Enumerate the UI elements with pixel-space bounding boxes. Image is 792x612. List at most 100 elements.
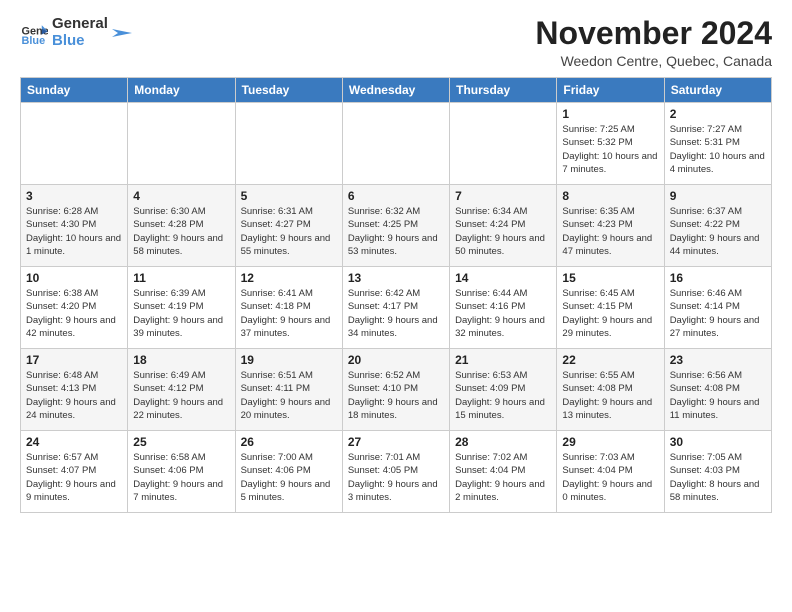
main-container: General Blue General Blue November 2024 …: [0, 0, 792, 523]
day-number: 23: [670, 353, 766, 367]
col-header-sunday: Sunday: [21, 78, 128, 103]
day-cell: 1 Sunrise: 7:25 AM Sunset: 5:32 PM Daylig…: [557, 103, 664, 185]
day-info: Sunrise: 6:56 AM Sunset: 4:08 PM Dayligh…: [670, 369, 766, 422]
day-cell: 12 Sunrise: 6:41 AM Sunset: 4:18 PM Dayli…: [235, 267, 342, 349]
day-number: 10: [26, 271, 122, 285]
day-cell: [450, 103, 557, 185]
week-row-5: 24Sunrise: 6:57 AM Sunset: 4:07 PM Dayli…: [21, 431, 772, 513]
day-number: 8: [562, 189, 658, 203]
day-number: 12: [241, 271, 337, 285]
col-header-friday: Friday: [557, 78, 664, 103]
day-info: Sunrise: 6:38 AM Sunset: 4:20 PM Dayligh…: [26, 287, 122, 340]
day-number: 16: [670, 271, 766, 285]
title-block: November 2024 Weedon Centre, Quebec, Can…: [535, 16, 772, 69]
day-cell: 10 Sunrise: 6:38 AM Sunset: 4:20 PM Dayli…: [21, 267, 128, 349]
day-info: Sunrise: 7:00 AM Sunset: 4:06 PM Dayligh…: [241, 451, 337, 504]
day-info: Sunrise: 7:03 AM Sunset: 4:04 PM Dayligh…: [562, 451, 658, 504]
day-cell: 23 Sunrise: 6:56 AM Sunset: 4:08 PM Dayli…: [664, 349, 771, 431]
day-cell: 9 Sunrise: 6:37 AM Sunset: 4:22 PM Daylig…: [664, 185, 771, 267]
col-header-thursday: Thursday: [450, 78, 557, 103]
week-row-1: 1 Sunrise: 7:25 AM Sunset: 5:32 PM Daylig…: [21, 103, 772, 185]
day-cell: 29 Sunrise: 7:03 AM Sunset: 4:04 PM Dayli…: [557, 431, 664, 513]
day-number: 27: [348, 435, 444, 449]
day-info: Sunrise: 6:44 AM Sunset: 4:16 PM Dayligh…: [455, 287, 551, 340]
week-row-4: 17Sunrise: 6:48 AM Sunset: 4:13 PM Dayli…: [21, 349, 772, 431]
col-header-wednesday: Wednesday: [342, 78, 449, 103]
day-cell: 7 Sunrise: 6:34 AM Sunset: 4:24 PM Daylig…: [450, 185, 557, 267]
day-info: Sunrise: 6:32 AM Sunset: 4:25 PM Dayligh…: [348, 205, 444, 258]
day-cell: 24Sunrise: 6:57 AM Sunset: 4:07 PM Dayli…: [21, 431, 128, 513]
day-cell: 25 Sunrise: 6:58 AM Sunset: 4:06 PM Dayli…: [128, 431, 235, 513]
day-number: 20: [348, 353, 444, 367]
day-info: Sunrise: 6:34 AM Sunset: 4:24 PM Dayligh…: [455, 205, 551, 258]
day-info: Sunrise: 6:39 AM Sunset: 4:19 PM Dayligh…: [133, 287, 229, 340]
col-header-tuesday: Tuesday: [235, 78, 342, 103]
day-number: 25: [133, 435, 229, 449]
day-cell: 28 Sunrise: 7:02 AM Sunset: 4:04 PM Dayli…: [450, 431, 557, 513]
day-cell: 30 Sunrise: 7:05 AM Sunset: 4:03 PM Dayli…: [664, 431, 771, 513]
day-cell: 8Sunrise: 6:35 AM Sunset: 4:23 PM Daylig…: [557, 185, 664, 267]
day-info: Sunrise: 6:52 AM Sunset: 4:10 PM Dayligh…: [348, 369, 444, 422]
logo-arrow-icon: [112, 23, 132, 43]
week-row-2: 3Sunrise: 6:28 AM Sunset: 4:30 PM Daylig…: [21, 185, 772, 267]
day-number: 4: [133, 189, 229, 203]
day-info: Sunrise: 6:58 AM Sunset: 4:06 PM Dayligh…: [133, 451, 229, 504]
day-cell: [342, 103, 449, 185]
col-header-saturday: Saturday: [664, 78, 771, 103]
day-cell: 2 Sunrise: 7:27 AM Sunset: 5:31 PM Daylig…: [664, 103, 771, 185]
day-number: 28: [455, 435, 551, 449]
day-info: Sunrise: 7:02 AM Sunset: 4:04 PM Dayligh…: [455, 451, 551, 504]
day-info: Sunrise: 6:51 AM Sunset: 4:11 PM Dayligh…: [241, 369, 337, 422]
day-cell: [21, 103, 128, 185]
day-number: 29: [562, 435, 658, 449]
day-cell: 14 Sunrise: 6:44 AM Sunset: 4:16 PM Dayli…: [450, 267, 557, 349]
day-number: 26: [241, 435, 337, 449]
day-info: Sunrise: 6:49 AM Sunset: 4:12 PM Dayligh…: [133, 369, 229, 422]
col-header-monday: Monday: [128, 78, 235, 103]
day-cell: 18 Sunrise: 6:49 AM Sunset: 4:12 PM Dayli…: [128, 349, 235, 431]
day-info: Sunrise: 6:28 AM Sunset: 4:30 PM Dayligh…: [26, 205, 122, 258]
day-info: Sunrise: 6:41 AM Sunset: 4:18 PM Dayligh…: [241, 287, 337, 340]
logo-text-general: General: [52, 16, 108, 33]
day-cell: 20 Sunrise: 6:52 AM Sunset: 4:10 PM Dayli…: [342, 349, 449, 431]
day-number: 18: [133, 353, 229, 367]
day-info: Sunrise: 6:55 AM Sunset: 4:08 PM Dayligh…: [562, 369, 658, 422]
day-cell: 19Sunrise: 6:51 AM Sunset: 4:11 PM Dayli…: [235, 349, 342, 431]
day-info: Sunrise: 6:37 AM Sunset: 4:22 PM Dayligh…: [670, 205, 766, 258]
svg-text:Blue: Blue: [22, 34, 46, 46]
day-number: 13: [348, 271, 444, 285]
day-cell: 27Sunrise: 7:01 AM Sunset: 4:05 PM Dayli…: [342, 431, 449, 513]
day-info: Sunrise: 7:25 AM Sunset: 5:32 PM Dayligh…: [562, 123, 658, 176]
location-subtitle: Weedon Centre, Quebec, Canada: [535, 53, 772, 69]
day-number: 5: [241, 189, 337, 203]
day-number: 30: [670, 435, 766, 449]
day-number: 1: [562, 107, 658, 121]
day-cell: 6 Sunrise: 6:32 AM Sunset: 4:25 PM Daylig…: [342, 185, 449, 267]
day-info: Sunrise: 6:46 AM Sunset: 4:14 PM Dayligh…: [670, 287, 766, 340]
day-cell: 16 Sunrise: 6:46 AM Sunset: 4:14 PM Dayli…: [664, 267, 771, 349]
day-number: 9: [670, 189, 766, 203]
day-info: Sunrise: 6:48 AM Sunset: 4:13 PM Dayligh…: [26, 369, 122, 422]
day-number: 14: [455, 271, 551, 285]
day-cell: 22 Sunrise: 6:55 AM Sunset: 4:08 PM Dayli…: [557, 349, 664, 431]
day-number: 6: [348, 189, 444, 203]
day-info: Sunrise: 7:27 AM Sunset: 5:31 PM Dayligh…: [670, 123, 766, 176]
week-row-3: 10 Sunrise: 6:38 AM Sunset: 4:20 PM Dayli…: [21, 267, 772, 349]
day-info: Sunrise: 7:05 AM Sunset: 4:03 PM Dayligh…: [670, 451, 766, 504]
day-info: Sunrise: 6:42 AM Sunset: 4:17 PM Dayligh…: [348, 287, 444, 340]
day-cell: 5Sunrise: 6:31 AM Sunset: 4:27 PM Daylig…: [235, 185, 342, 267]
day-number: 2: [670, 107, 766, 121]
day-cell: 4Sunrise: 6:30 AM Sunset: 4:28 PM Daylig…: [128, 185, 235, 267]
calendar-table: SundayMondayTuesdayWednesdayThursdayFrid…: [20, 77, 772, 513]
day-info: Sunrise: 6:45 AM Sunset: 4:15 PM Dayligh…: [562, 287, 658, 340]
day-number: 11: [133, 271, 229, 285]
day-cell: [128, 103, 235, 185]
day-number: 22: [562, 353, 658, 367]
month-title: November 2024: [535, 16, 772, 51]
day-number: 7: [455, 189, 551, 203]
logo: General Blue General Blue: [20, 16, 132, 49]
header: General Blue General Blue November 2024 …: [20, 16, 772, 69]
day-number: 21: [455, 353, 551, 367]
day-number: 15: [562, 271, 658, 285]
day-cell: 17Sunrise: 6:48 AM Sunset: 4:13 PM Dayli…: [21, 349, 128, 431]
